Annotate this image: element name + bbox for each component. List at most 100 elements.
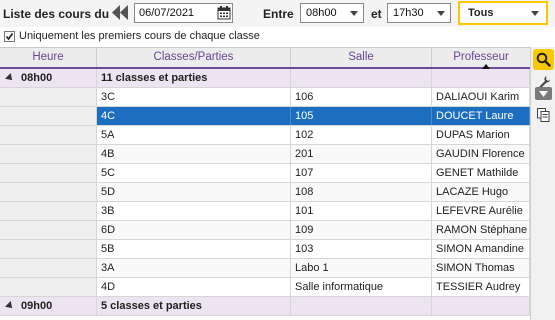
filter-select[interactable]: Tous <box>458 1 548 25</box>
grid-header: Heure Classes/Parties Salle Professeur <box>0 48 530 69</box>
group-prof-cell <box>432 297 530 315</box>
table-row[interactable]: 3C 106 DALIAOUI Karim <box>0 88 530 107</box>
column-header-heure[interactable]: Heure <box>0 48 97 67</box>
group-time: 08h00 <box>21 72 53 84</box>
group-prof-cell <box>432 69 530 87</box>
salle-cell: Labo 1 <box>291 259 432 277</box>
heure-cell <box>0 259 97 277</box>
salle-cell: 107 <box>291 164 432 182</box>
heure-cell <box>0 107 97 125</box>
professeur-cell: GAUDIN Florence <box>432 145 530 163</box>
group-label: 11 classes et parties <box>97 69 291 87</box>
classe-cell: 5B <box>97 240 291 258</box>
table-row[interactable]: 3A Labo 1 SIMON Thomas <box>0 259 530 278</box>
filter-select-box[interactable]: Tous <box>460 3 546 23</box>
calendar-button[interactable] <box>214 3 234 23</box>
end-time-select[interactable]: 17h30 <box>387 3 451 23</box>
collapse-triangle-icon[interactable] <box>5 301 15 311</box>
heure-cell <box>0 126 97 144</box>
copy-icon <box>537 107 550 122</box>
options-row: Uniquement les premiers cours de chaque … <box>0 27 555 46</box>
search-button[interactable] <box>533 49 554 70</box>
menu-dropdown-button[interactable] <box>535 87 552 100</box>
table-row[interactable]: 4D Salle informatique TESSIER Audrey <box>0 278 530 297</box>
professeur-cell: SIMON Thomas <box>432 259 530 277</box>
table-row[interactable]: 6D 109 RAMON Stéphane <box>0 221 530 240</box>
heure-cell <box>0 145 97 163</box>
toolbar: Liste des cours du 06/07/2021 Entre 08h0… <box>0 0 555 27</box>
heure-cell <box>0 88 97 106</box>
heure-cell <box>0 202 97 220</box>
column-header-professeur[interactable]: Professeur <box>432 48 530 67</box>
start-time-select[interactable]: 08h00 <box>300 3 364 23</box>
first-courses-checkbox[interactable] <box>4 31 15 42</box>
dropdown-menu-icon <box>539 90 548 97</box>
professeur-cell: RAMON Stéphane <box>432 221 530 239</box>
previous-day-button[interactable] <box>110 3 131 22</box>
table-row[interactable]: 5B 103 SIMON Amandine <box>0 240 530 259</box>
course-list-label: Liste des cours du <box>3 7 110 21</box>
table-row[interactable]: 5C 107 GENET Mathilde <box>0 164 530 183</box>
and-label: et <box>371 7 382 21</box>
filter-value: Tous <box>468 7 494 19</box>
salle-cell: 101 <box>291 202 432 220</box>
chevron-down-icon <box>531 11 539 16</box>
copy-button[interactable] <box>533 105 554 124</box>
professeur-cell: DALIAOUI Karim <box>432 88 530 106</box>
professeur-cell: LEFEVRE Aurélie <box>432 202 530 220</box>
salle-cell: 201 <box>291 145 432 163</box>
classe-cell: 4B <box>97 145 291 163</box>
classe-cell: 3A <box>97 259 291 277</box>
classe-cell: 5C <box>97 164 291 182</box>
table-row-selected[interactable]: 4C 105 DOUCET Laure <box>0 107 530 126</box>
professeur-cell: SIMON Amandine <box>432 240 530 258</box>
salle-cell: Salle informatique <box>291 278 432 296</box>
classe-cell: 4C <box>97 107 291 125</box>
group-row[interactable]: 09h00 5 classes et parties <box>0 297 530 316</box>
salle-cell: 105 <box>291 107 432 125</box>
end-time-value: 17h30 <box>393 7 424 19</box>
salle-cell: 109 <box>291 221 432 239</box>
group-heure-cell: 09h00 <box>0 297 97 315</box>
double-chevron-left-icon <box>112 5 128 20</box>
group-salle-cell <box>291 69 432 87</box>
calendar-icon <box>217 6 231 20</box>
heure-cell <box>0 240 97 258</box>
table-row[interactable]: 5A 102 DUPAS Marion <box>0 126 530 145</box>
professeur-cell: TESSIER Audrey <box>432 278 530 296</box>
collapse-triangle-icon[interactable] <box>5 73 15 83</box>
checkmark-icon <box>5 33 14 41</box>
column-header-classes[interactable]: Classes/Parties <box>97 48 291 67</box>
group-heure-cell: 08h00 <box>0 69 97 87</box>
heure-cell <box>0 164 97 182</box>
column-header-salle[interactable]: Salle <box>291 48 432 67</box>
heure-cell <box>0 278 97 296</box>
professeur-cell: GENET Mathilde <box>432 164 530 182</box>
salle-cell: 106 <box>291 88 432 106</box>
group-salle-cell <box>291 297 432 315</box>
search-icon <box>536 52 551 67</box>
first-courses-label[interactable]: Uniquement les premiers cours de chaque … <box>19 30 260 42</box>
classe-cell: 3B <box>97 202 291 220</box>
classe-cell: 4D <box>97 278 291 296</box>
side-toolbar <box>530 47 555 320</box>
course-grid: Heure Classes/Parties Salle Professeur 0… <box>0 47 530 320</box>
table-row[interactable]: 4B 201 GAUDIN Florence <box>0 145 530 164</box>
heure-cell <box>0 183 97 201</box>
salle-cell: 103 <box>291 240 432 258</box>
heure-cell <box>0 221 97 239</box>
professeur-cell: DOUCET Laure <box>432 107 530 125</box>
professeur-cell: LACAZE Hugo <box>432 183 530 201</box>
start-time-value: 08h00 <box>306 7 337 19</box>
table-row[interactable]: 3B 101 LEFEVRE Aurélie <box>0 202 530 221</box>
salle-cell: 102 <box>291 126 432 144</box>
classe-cell: 5D <box>97 183 291 201</box>
group-row[interactable]: 08h00 11 classes et parties <box>0 69 530 88</box>
classe-cell: 6D <box>97 221 291 239</box>
classe-cell: 5A <box>97 126 291 144</box>
table-row[interactable]: 5D 108 LACAZE Hugo <box>0 183 530 202</box>
between-label: Entre <box>263 7 294 21</box>
chevron-down-icon <box>437 11 445 16</box>
chevron-down-icon <box>350 11 358 16</box>
salle-cell: 108 <box>291 183 432 201</box>
